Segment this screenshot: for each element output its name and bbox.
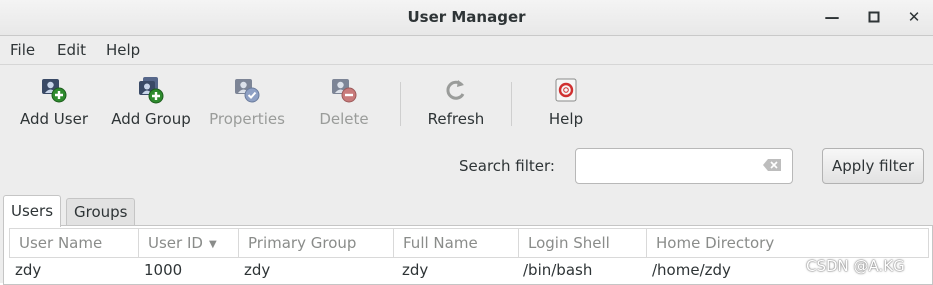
menu-edit[interactable]: Edit xyxy=(57,41,86,59)
properties-label: Properties xyxy=(209,110,285,128)
apply-filter-button[interactable]: Apply filter xyxy=(822,148,924,184)
delete-label: Delete xyxy=(319,110,369,128)
column-header-primary-group[interactable]: Primary Group xyxy=(239,229,394,257)
properties-icon xyxy=(235,79,260,103)
users-table: User Name User ID ▼ Primary Group Full Na… xyxy=(3,225,933,285)
cell-user-name: zdy xyxy=(15,261,42,279)
tab-groups[interactable]: Groups xyxy=(66,198,136,226)
add-group-icon xyxy=(139,77,164,104)
close-icon[interactable]: ✕ xyxy=(902,6,926,28)
menu-file[interactable]: File xyxy=(10,41,35,59)
tab-users[interactable]: Users xyxy=(3,195,62,227)
search-input[interactable] xyxy=(575,148,793,184)
help-icon xyxy=(555,78,577,102)
add-group-button[interactable]: Add Group xyxy=(109,76,193,128)
column-header-label: User ID xyxy=(148,234,203,252)
add-user-button[interactable]: Add User xyxy=(18,76,90,128)
column-header-label: Full Name xyxy=(403,234,478,252)
column-header-label: User Name xyxy=(19,234,103,252)
column-header-label: Home Directory xyxy=(656,234,775,252)
delete-button[interactable]: Delete xyxy=(312,76,376,128)
maximize-icon[interactable] xyxy=(862,6,886,28)
toolbar-separator xyxy=(400,82,401,126)
cell-full-name: zdy xyxy=(402,261,429,279)
add-user-icon xyxy=(42,79,67,103)
refresh-button[interactable]: Refresh xyxy=(423,76,489,128)
cell-login-shell: /bin/bash xyxy=(523,261,593,279)
sort-descending-icon: ▼ xyxy=(208,239,217,250)
column-header-user-name[interactable]: User Name xyxy=(10,229,139,257)
column-header-home-directory[interactable]: Home Directory xyxy=(647,229,928,257)
column-header-label: Primary Group xyxy=(248,234,357,252)
column-header-user-id[interactable]: User ID ▼ xyxy=(139,229,239,257)
column-header-login-shell[interactable]: Login Shell xyxy=(519,229,647,257)
watermark: CSDN @A.KG xyxy=(806,257,905,275)
cell-user-id: 1000 xyxy=(144,261,183,279)
add-user-label: Add User xyxy=(20,110,88,128)
table-header: User Name User ID ▼ Primary Group Full Na… xyxy=(9,228,929,258)
table-row[interactable]: zdy 1000 zdy zdy /bin/bash /home/zdy xyxy=(9,257,927,283)
menu-help[interactable]: Help xyxy=(106,41,140,59)
add-group-label: Add Group xyxy=(111,110,191,128)
window-title: User Manager xyxy=(407,8,526,26)
cell-home-directory: /home/zdy xyxy=(652,261,731,279)
clear-icon[interactable] xyxy=(762,158,782,172)
cell-primary-group: zdy xyxy=(244,261,271,279)
title-bar: User Manager — ✕ xyxy=(0,0,933,36)
column-header-label: Login Shell xyxy=(528,234,610,252)
toolbar-separator xyxy=(511,82,512,126)
user-manager-window: User Manager — ✕ File Edit Help Add User xyxy=(0,0,933,285)
properties-button[interactable]: Properties xyxy=(207,76,287,128)
help-button[interactable]: Help xyxy=(544,76,588,128)
refresh-icon xyxy=(446,80,465,100)
refresh-label: Refresh xyxy=(427,110,485,128)
delete-icon xyxy=(332,79,357,103)
menu-bar: File Edit Help xyxy=(0,36,933,65)
minimize-icon[interactable]: — xyxy=(820,6,844,28)
search-filter-label: Search filter: xyxy=(459,157,555,175)
column-header-full-name[interactable]: Full Name xyxy=(394,229,519,257)
help-label: Help xyxy=(548,110,584,128)
toolbar: Add User Add Group Properties Delete Ref… xyxy=(0,66,933,136)
